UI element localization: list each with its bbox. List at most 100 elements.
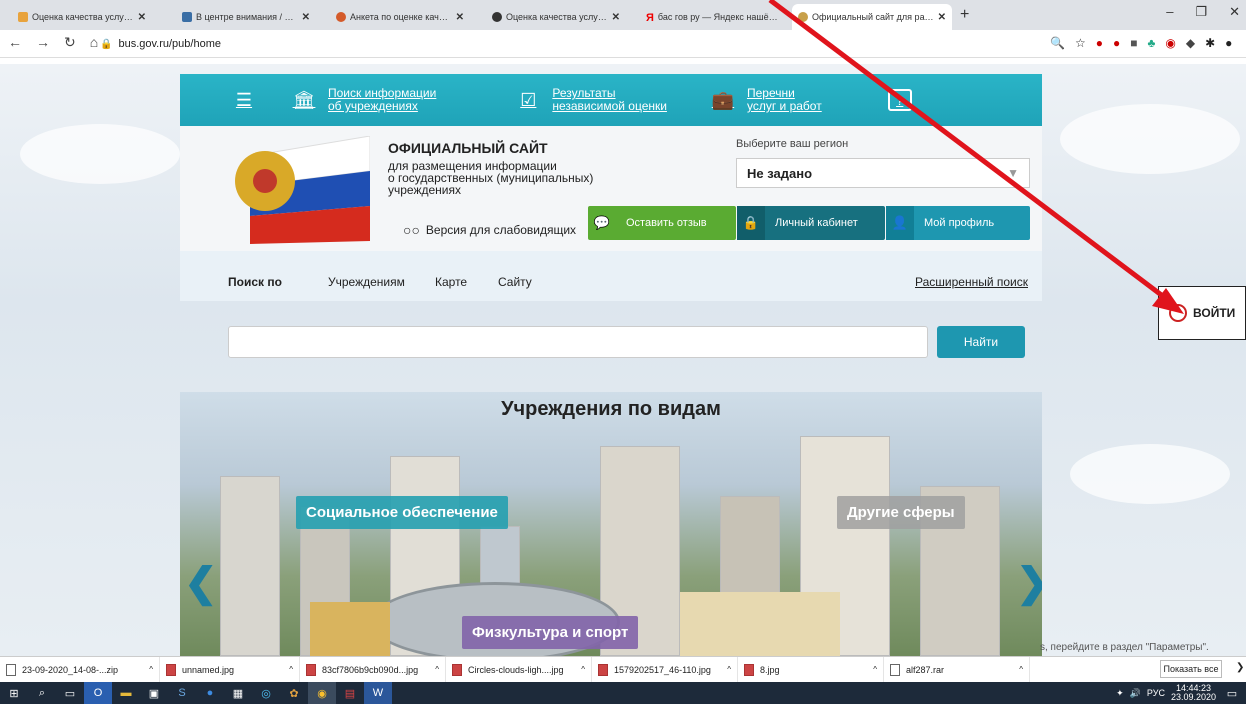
building-image [220, 476, 280, 656]
search-by-institutions[interactable]: Учреждениям [328, 275, 405, 289]
tab-favicon-icon [182, 12, 192, 22]
task-view-icon[interactable]: ▭ [56, 682, 84, 704]
network-icon[interactable]: ✦ [1116, 688, 1124, 699]
minimize-icon[interactable]: – [1166, 4, 1173, 20]
show-all-downloads-button[interactable]: Показать все [1160, 660, 1222, 678]
profile-button[interactable]: 👤 Мой профиль [886, 206, 1030, 240]
extension-icon[interactable]: ◆ [1186, 36, 1195, 50]
pdf-icon[interactable]: ▤ [336, 682, 364, 704]
menu-button[interactable]: ☰ [230, 86, 268, 114]
extension-icon[interactable]: ♣ [1147, 36, 1155, 50]
clock[interactable]: 14:44:23 23.09.2020 [1171, 684, 1216, 702]
outlook-icon[interactable]: O [84, 682, 112, 704]
zoom-icon[interactable]: 🔍 [1050, 36, 1065, 50]
glasses-icon: ○○ [403, 222, 420, 238]
restore-icon[interactable]: ❐ [1195, 4, 1207, 20]
file-explorer-icon[interactable]: ▬ [112, 682, 140, 704]
store-icon[interactable]: ▦ [224, 682, 252, 704]
skype-icon[interactable]: S [168, 682, 196, 704]
caret-up-icon[interactable]: ^ [1019, 665, 1023, 674]
forward-icon[interactable]: → [36, 34, 50, 51]
menu-icon[interactable]: ⋮ [1242, 36, 1246, 50]
download-item[interactable]: 83cf7806b9cb090d...jpg ^ [300, 657, 446, 682]
caret-up-icon[interactable]: ^ [149, 665, 153, 674]
advanced-search-link[interactable]: Расширенный поиск [915, 275, 1028, 289]
extension-icon[interactable]: ■ [1130, 36, 1137, 50]
window-controls: – ❐ ✕ [1166, 4, 1240, 20]
close-icon[interactable]: ✕ [938, 12, 946, 23]
close-downloads-icon[interactable]: ❯ [1236, 662, 1244, 673]
category-social[interactable]: Социальное обеспечение [296, 496, 508, 529]
star-icon[interactable]: ☆ [1075, 36, 1086, 50]
app-icon[interactable]: ✿ [280, 682, 308, 704]
extension-icon[interactable]: ● [1113, 36, 1120, 50]
search-by-map[interactable]: Карте [435, 275, 467, 289]
back-icon[interactable]: ← [8, 34, 22, 51]
close-window-icon[interactable]: ✕ [1229, 4, 1240, 20]
close-icon[interactable]: ✕ [456, 12, 464, 23]
save-icon[interactable]: ▣ [140, 682, 168, 704]
help-button[interactable]: ? [887, 89, 922, 111]
notifications-icon[interactable]: ▭ [1218, 682, 1246, 704]
category-other[interactable]: Другие сферы [837, 496, 965, 529]
extension-icon[interactable]: ● [1096, 36, 1103, 50]
volume-icon[interactable]: 🔊 [1130, 688, 1141, 699]
download-item[interactable]: 8.jpg ^ [738, 657, 884, 682]
url-field[interactable]: 🔒 bus.gov.ru/pub/home [100, 34, 221, 54]
chevron-right-icon[interactable]: ❯ [1016, 560, 1042, 606]
home-icon[interactable]: ⌂ [90, 34, 98, 51]
login-button[interactable]: ВОЙТИ [1158, 286, 1246, 340]
gosuslugi-logo-icon [1169, 304, 1187, 322]
browser-tab[interactable]: Анкета по оценке качества усл✕ [330, 4, 470, 30]
checklist-icon: ☑ [520, 89, 537, 110]
image-file-icon [166, 663, 176, 676]
download-item[interactable]: 23-09-2020_14-08-...zip ^ [0, 657, 160, 682]
caret-up-icon[interactable]: ^ [289, 665, 293, 674]
close-icon[interactable]: ✕ [138, 12, 146, 23]
download-item[interactable]: Circles-clouds-ligh....jpg ^ [446, 657, 592, 682]
browser-tab-active[interactable]: Официальный сайт для размещ✕ [792, 4, 952, 30]
chrome-icon[interactable]: ◉ [308, 682, 336, 704]
puzzle-icon[interactable]: ✱ [1205, 36, 1215, 50]
cloud-decoration [1060, 104, 1240, 174]
caret-up-icon[interactable]: ^ [435, 665, 439, 674]
browser-tab[interactable]: Ябас гов ру — Яндекс нашёлся [640, 4, 785, 30]
download-item[interactable]: 1579202517_46-110.jpg ^ [592, 657, 738, 682]
language-indicator[interactable]: РУС [1147, 688, 1165, 698]
feedback-button[interactable]: 💬 Оставить отзыв [588, 206, 736, 240]
nav-institutions[interactable]: 🏛 Поиск информации об учреждениях [290, 86, 437, 114]
caret-up-icon[interactable]: ^ [581, 665, 585, 674]
browser-tab[interactable]: Оценка качества услуг - Оценк✕ [12, 4, 152, 30]
close-icon[interactable]: ✕ [612, 12, 620, 23]
word-icon[interactable]: W [364, 682, 392, 704]
extension-icons: 🔍 ☆ ● ● ■ ♣ ◉ ◆ ✱ ● ⋮ [1050, 36, 1246, 50]
chat-icon: 💬 [593, 215, 611, 230]
browser-tab[interactable]: Оценка качества услуг учрежд✕ [486, 4, 626, 30]
nav-results[interactable]: ☑ Результаты независимой оценки [514, 86, 667, 114]
new-tab-button[interactable]: + [960, 6, 969, 24]
reload-icon[interactable]: ↻ [64, 34, 76, 51]
nav-services[interactable]: 💼 Перечни услуг и работ [709, 86, 822, 114]
image-file-icon [598, 663, 608, 676]
downloads-bar: 23-09-2020_14-08-...zip ^ unnamed.jpg ^ 83… [0, 656, 1246, 682]
region-select[interactable]: Не задано ▼ [736, 158, 1030, 188]
search-by-site[interactable]: Сайту [498, 275, 532, 289]
cabinet-button[interactable]: 🔒 Личный кабинет [737, 206, 885, 240]
app-icon[interactable]: ◎ [252, 682, 280, 704]
caret-up-icon[interactable]: ^ [727, 665, 731, 674]
download-item[interactable]: alf287.rar ^ [884, 657, 1030, 682]
low-vision-link[interactable]: ○○ Версия для слабовидящих [403, 222, 576, 238]
search-icon[interactable]: ⌕ [28, 682, 56, 704]
profile-avatar-icon[interactable]: ● [1225, 36, 1232, 50]
chevron-left-icon[interactable]: ❮ [184, 560, 218, 606]
caret-up-icon[interactable]: ^ [873, 665, 877, 674]
category-sport[interactable]: Физкультура и спорт [462, 616, 639, 649]
find-button[interactable]: Найти [937, 326, 1025, 358]
windows-start-icon[interactable]: ⊞ [0, 682, 28, 704]
extension-icon[interactable]: ◉ [1165, 36, 1175, 50]
download-item[interactable]: unnamed.jpg ^ [160, 657, 300, 682]
zoom-app-icon[interactable]: ● [196, 682, 224, 704]
search-input[interactable] [228, 326, 928, 358]
browser-tab[interactable]: В центре внимания / Министер✕ [176, 4, 316, 30]
close-icon[interactable]: ✕ [302, 12, 310, 23]
